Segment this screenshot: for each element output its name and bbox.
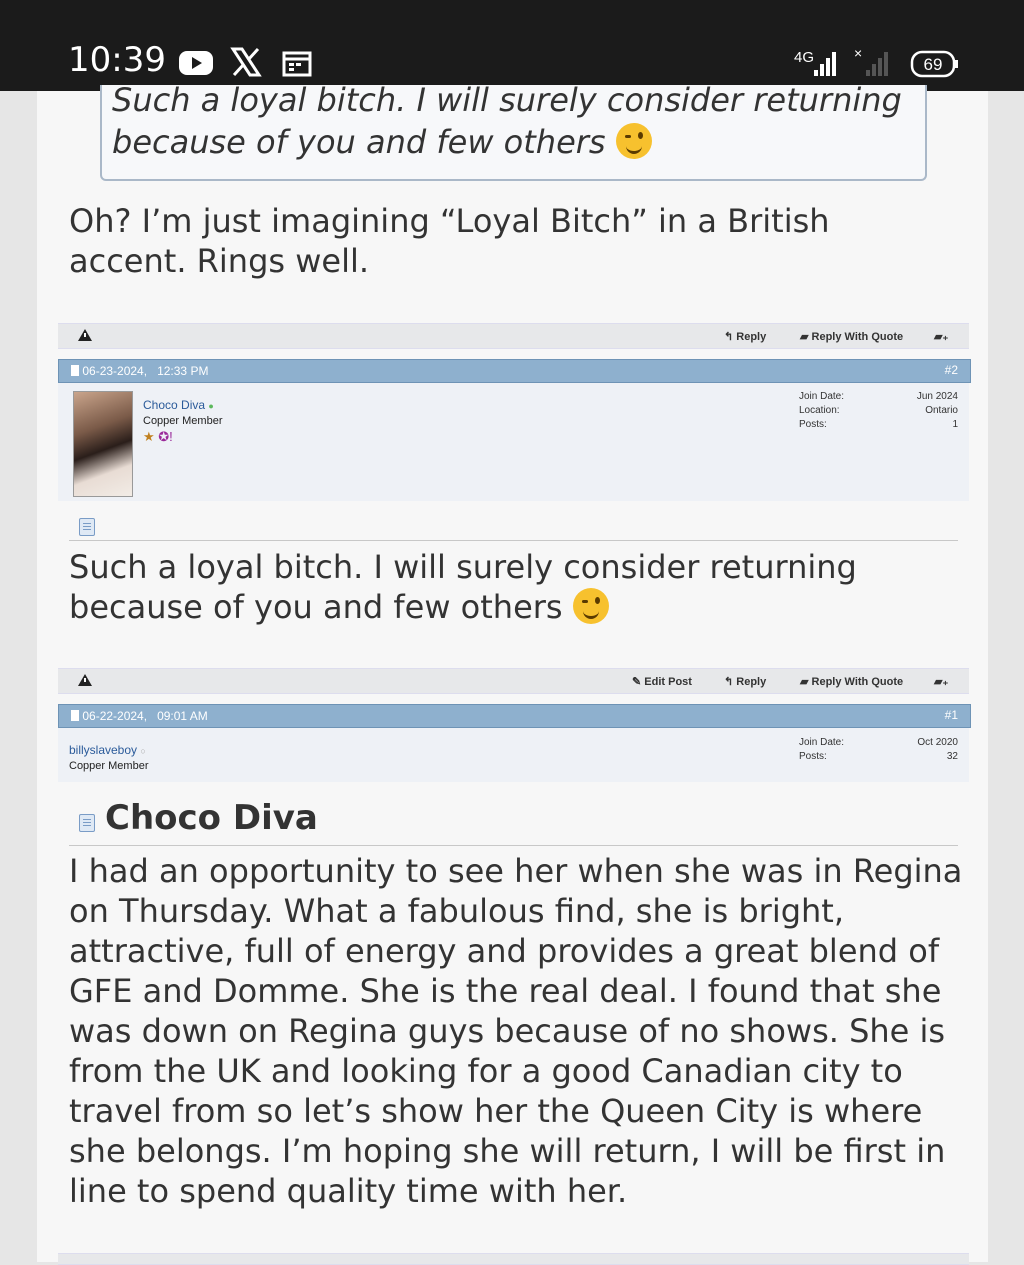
post-date: 06-23-2024, 12:33 PM (71, 364, 208, 378)
divider (69, 540, 958, 541)
reply-with-quote-button[interactable]: ▰ Reply With Quote (800, 330, 903, 343)
x-icon (230, 47, 262, 82)
username[interactable]: billyslaveboy ○ (69, 743, 146, 757)
youtube-icon (178, 49, 214, 82)
online-status-icon: ● (208, 401, 214, 411)
post-icon (71, 710, 79, 721)
reply-with-quote-button[interactable]: ▰ Reply With Quote (800, 675, 903, 688)
reply-button[interactable]: ↰ Reply (724, 330, 766, 343)
report-icon[interactable] (78, 674, 92, 689)
reply-text: Oh? I’m just imagining “Loyal Bitch” in … (69, 202, 830, 280)
post-body: I had an opportunity to see her when she… (69, 852, 963, 1210)
multi-quote-icon[interactable]: ▰₊ (934, 330, 948, 343)
info-label-location: Location: (799, 405, 840, 416)
avatar[interactable] (73, 391, 133, 497)
post-body: Such a loyal bitch. I will surely consid… (69, 548, 857, 626)
post-header: 06-23-2024, 12:33 PM #2 (58, 359, 971, 383)
post-number[interactable]: #1 (945, 708, 958, 722)
info-value-join: Jun 2024 (916, 391, 958, 402)
report-icon[interactable] (78, 329, 92, 344)
multi-quote-icon[interactable]: ▰₊ (934, 675, 948, 688)
quote-text: Such a loyal bitch. I will surely consid… (112, 81, 902, 161)
battery-level: 69 (924, 55, 943, 74)
post-doc-icon (79, 814, 95, 832)
reply-arrow-icon: ↰ (724, 331, 734, 343)
badge-icons: ★ ✪! (143, 429, 173, 444)
info-label-join: Join Date: (799, 391, 845, 402)
username[interactable]: Choco Diva ● (143, 398, 214, 412)
post-title: Choco Diva (105, 798, 318, 838)
post-icon (71, 365, 79, 376)
user-title: Copper Member (143, 415, 223, 427)
post-toolbar (58, 1253, 969, 1265)
status-time: 10:39 (68, 40, 166, 80)
svg-text:×: × (854, 45, 862, 61)
quote-icon: ▰ (800, 331, 809, 343)
post-date: 06-22-2024, 09:01 AM (71, 709, 208, 723)
forum-thread: Such a loyal bitch. I will surely consid… (37, 81, 988, 1265)
no-signal-icon: × (854, 44, 894, 83)
divider (69, 845, 958, 846)
status-bar: 10:39 4G × 69 (0, 0, 1024, 91)
wink-emoji-icon (615, 123, 652, 159)
signal-icon: 4G (786, 44, 842, 83)
info-label-join: Join Date: (799, 737, 845, 748)
post-toolbar: ↰ Reply ▰ Reply With Quote ▰₊ (58, 323, 969, 349)
offline-status-icon: ○ (140, 746, 146, 756)
post-number[interactable]: #2 (945, 363, 958, 377)
edit-post-button[interactable]: ✎ Edit Post (632, 675, 692, 688)
user-title: Copper Member (69, 760, 149, 772)
info-value-location: Ontario (925, 405, 958, 416)
info-value-join: Oct 2020 (917, 737, 958, 748)
post-header: 06-22-2024, 09:01 AM #1 (58, 704, 971, 728)
info-label-posts: Posts: (799, 419, 827, 430)
battery-icon: 69 (910, 50, 960, 83)
quote-block: Such a loyal bitch. I will surely consid… (100, 81, 927, 181)
info-label-posts: Posts: (799, 751, 827, 762)
post-toolbar: ✎ Edit Post ↰ Reply ▰ Reply With Quote ▰… (58, 668, 969, 694)
wink-emoji-icon (572, 588, 609, 624)
post-doc-icon (79, 518, 95, 536)
pencil-icon: ✎ (632, 676, 642, 688)
reply-button[interactable]: ↰ Reply (724, 675, 766, 688)
info-value-posts: 32 (946, 751, 958, 762)
quote-icon: ▰ (800, 676, 809, 688)
reply-arrow-icon: ↰ (724, 676, 734, 688)
info-value-posts: 1 (952, 419, 958, 430)
network-label: 4G (794, 49, 814, 66)
